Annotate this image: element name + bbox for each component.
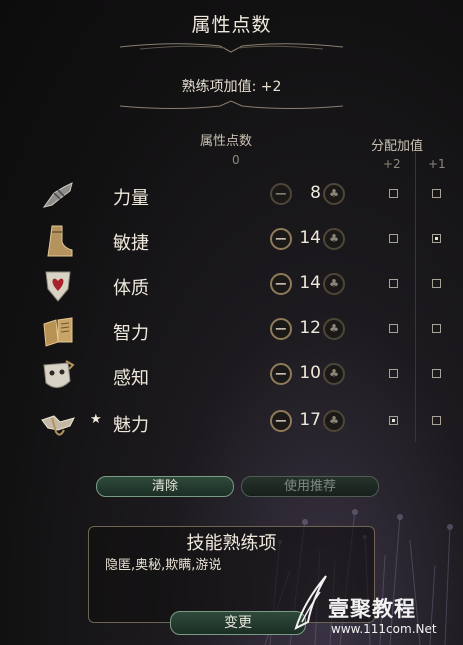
ability-name: 敏捷	[113, 233, 149, 254]
bonus-plus1-checkbox[interactable]	[432, 189, 441, 198]
increase-button[interactable]: ♣	[323, 363, 345, 385]
ability-name: 力量	[113, 188, 149, 209]
ability-value: 12	[299, 318, 321, 338]
skills-list: 隐匿,奥秘,欺瞒,游说	[105, 558, 222, 573]
bonus-plus2-checkbox[interactable]	[389, 416, 398, 425]
bonus-plus2-checkbox[interactable]	[389, 279, 398, 288]
bonus-plus1-checkbox[interactable]	[432, 279, 441, 288]
increase-button[interactable]: ♣	[323, 183, 345, 205]
decrease-button[interactable]: −	[270, 228, 292, 250]
increase-button[interactable]: ♣	[323, 273, 345, 295]
decrease-button[interactable]: −	[270, 273, 292, 295]
bonus-plus2-checkbox[interactable]	[389, 324, 398, 333]
ability-name: 感知	[113, 368, 149, 389]
bonus-plus2-checkbox[interactable]	[389, 369, 398, 378]
proficiency-bonus: 熟练项加值: +2	[181, 79, 282, 95]
watermark-url: www.111com.Net	[331, 622, 437, 636]
section-ornament	[120, 100, 343, 109]
title-ornament	[120, 43, 343, 53]
gauntlet-icon	[42, 182, 73, 208]
bonus-plus1-header: +1	[428, 157, 446, 171]
bonus-plus1-checkbox[interactable]	[432, 416, 441, 425]
use-recommended-button[interactable]: 使用推荐	[241, 476, 379, 497]
bonus-plus2-checkbox[interactable]	[389, 189, 398, 198]
page-title: 属性点数	[191, 14, 272, 36]
increase-button[interactable]: ♣	[323, 318, 345, 340]
ability-name: 体质	[113, 278, 149, 299]
decrease-button[interactable]: −	[270, 363, 292, 385]
ability-name: 魅力	[113, 415, 149, 436]
ability-value: 8	[310, 183, 321, 203]
lyre-icon	[41, 415, 75, 436]
decrease-button[interactable]: −	[270, 318, 292, 340]
skills-title: 技能熟练项	[186, 533, 277, 554]
ability-value: 14	[299, 228, 321, 248]
ability-name: 智力	[113, 323, 149, 344]
bonus-plus2-header: +2	[383, 157, 401, 171]
boot-icon	[47, 225, 73, 257]
decrease-button[interactable]: −	[270, 183, 292, 205]
heart-shield-icon	[45, 271, 71, 302]
ability-row-intelligence: 智力 − 12 ♣	[0, 311, 463, 351]
ability-row-charisma: ★ 魅力 − 17 ♣	[0, 403, 463, 443]
ability-row-dexterity: 敏捷 − 14 ♣	[0, 221, 463, 261]
ability-row-constitution: 体质 − 14 ♣	[0, 266, 463, 306]
ability-value: 17	[299, 410, 321, 430]
watermark-logo	[294, 575, 327, 630]
bonus-plus2-checkbox[interactable]	[389, 234, 398, 243]
book-icon	[43, 317, 73, 347]
increase-button[interactable]: ♣	[323, 228, 345, 250]
clear-button[interactable]: 清除	[96, 476, 234, 497]
watermark-text: 壹聚教程	[328, 597, 416, 621]
available-points: 0	[232, 153, 240, 167]
bonus-plus1-checkbox[interactable]	[432, 324, 441, 333]
attribute-points-header: 属性点数	[200, 134, 253, 149]
change-button[interactable]: 变更	[170, 611, 306, 635]
ability-row-wisdom: 感知 − 10 ♣	[0, 356, 463, 396]
favored-star: ★	[90, 412, 102, 427]
ability-value: 10	[299, 363, 321, 383]
ability-row-strength: 力量 − 8 ♣	[0, 176, 463, 216]
bonus-plus1-checkbox[interactable]	[432, 234, 441, 243]
increase-button[interactable]: ♣	[323, 410, 345, 432]
ability-value: 14	[299, 273, 321, 293]
bonus-plus1-checkbox[interactable]	[432, 369, 441, 378]
decrease-button[interactable]: −	[270, 410, 292, 432]
mask-icon	[43, 360, 75, 388]
